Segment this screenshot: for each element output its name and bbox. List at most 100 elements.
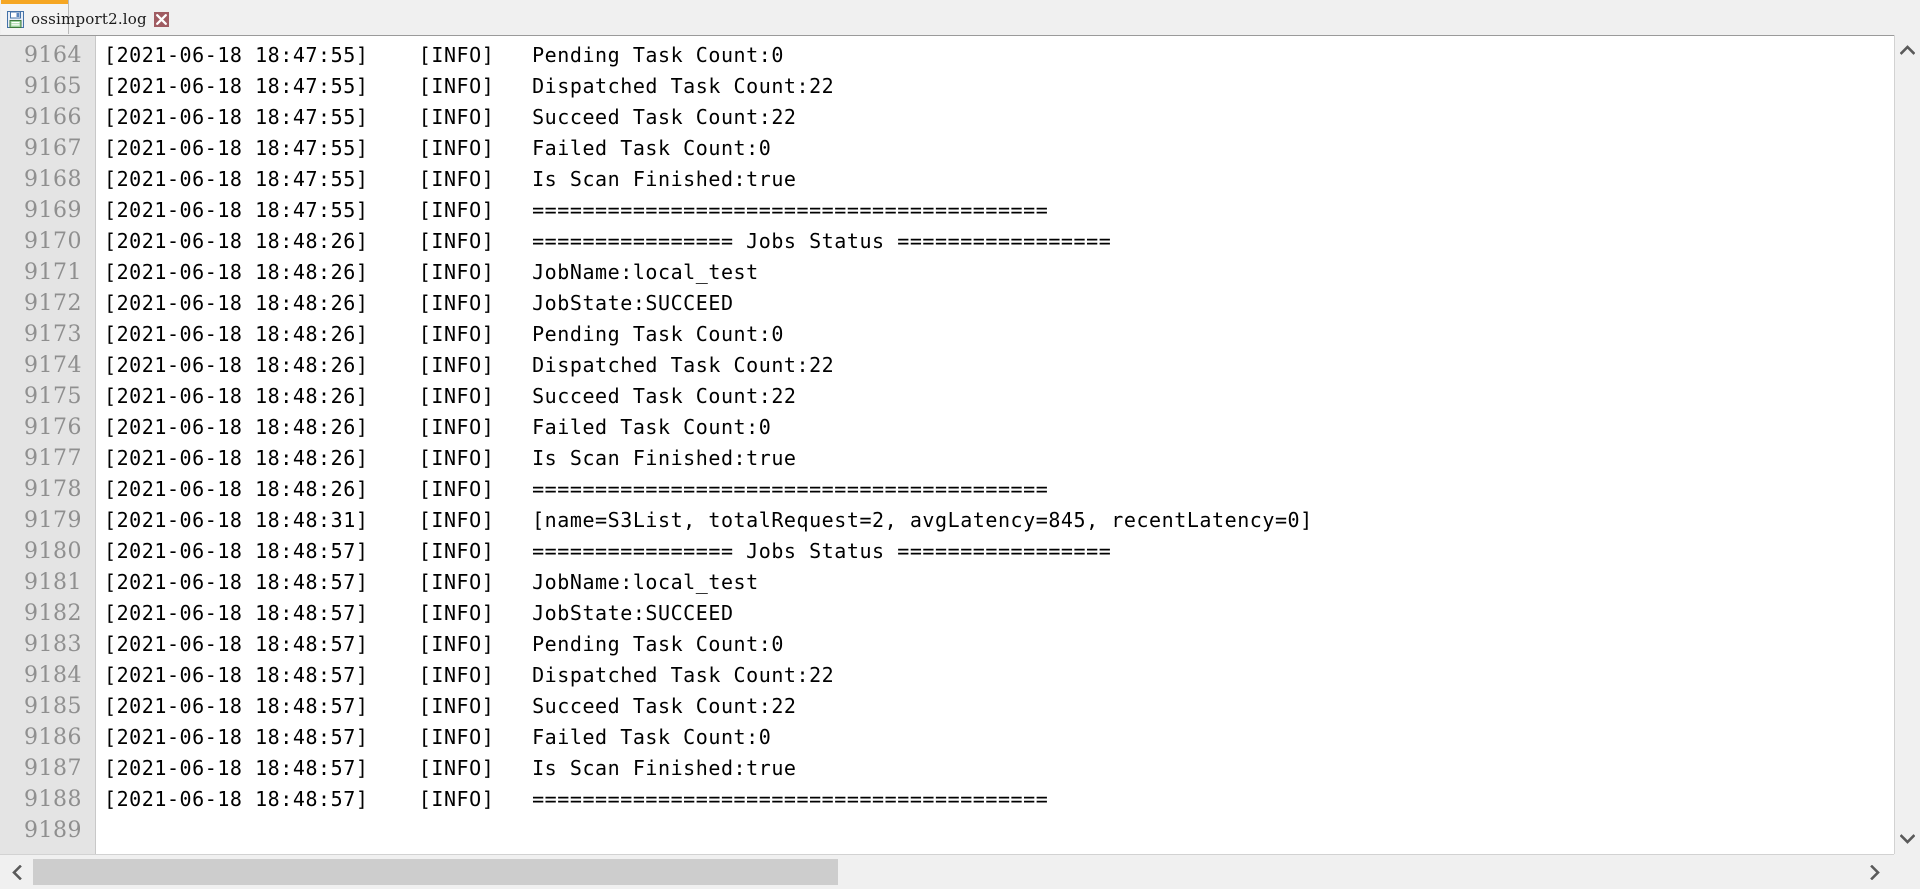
line-number: 9166 (24, 105, 82, 130)
scroll-up-button[interactable] (1895, 37, 1920, 63)
line-number: 9167 (24, 136, 82, 161)
line-number: 9164 (24, 43, 82, 68)
log-line-row[interactable]: 9172 [2021-06-18 18:48:26] [INFO] JobStat… (0, 288, 1920, 319)
scroll-left-button[interactable] (2, 855, 32, 889)
line-number: 9177 (24, 446, 82, 471)
log-line-text: [2021-06-18 18:48:57] [INFO] Pending Tas… (104, 632, 784, 656)
log-line-row[interactable]: 9189 (0, 815, 1920, 846)
log-line-row[interactable]: 9169 [2021-06-18 18:47:55] [INFO] =======… (0, 195, 1920, 226)
line-number: 9180 (24, 539, 82, 564)
horizontal-scrollbar-thumb[interactable] (33, 859, 838, 885)
log-line-text: [2021-06-18 18:48:31] [INFO] [name=S3Lis… (104, 508, 1313, 532)
log-line-row[interactable]: 9183 [2021-06-18 18:48:57] [INFO] Pending… (0, 629, 1920, 660)
log-editor[interactable]: 9164 [2021-06-18 18:47:55] [INFO] Pending… (0, 35, 1920, 854)
log-line-text: [2021-06-18 18:48:26] [INFO] Failed Task… (104, 415, 772, 439)
log-line-text: [2021-06-18 18:47:55] [INFO] Pending Tas… (104, 43, 784, 67)
line-number: 9169 (24, 198, 82, 223)
log-line-row[interactable]: 9174 [2021-06-18 18:48:26] [INFO] Dispatc… (0, 350, 1920, 381)
line-number: 9189 (24, 818, 82, 843)
log-line-text: [2021-06-18 18:47:55] [INFO] Succeed Tas… (104, 105, 797, 129)
scroll-down-button[interactable] (1895, 826, 1920, 852)
line-number: 9174 (24, 353, 82, 378)
log-line-text: [2021-06-18 18:48:26] [INFO] ===========… (104, 229, 1112, 253)
log-line-row[interactable]: 9179 [2021-06-18 18:48:31] [INFO] [name=S… (0, 505, 1920, 536)
log-line-text: [2021-06-18 18:48:57] [INFO] JobState:SU… (104, 601, 734, 625)
log-line-text: [2021-06-18 18:48:57] [INFO] JobName:loc… (104, 570, 759, 594)
log-line-text: [2021-06-18 18:48:26] [INFO] JobName:loc… (104, 260, 759, 284)
scrollbar-corner (1894, 854, 1920, 889)
line-number: 9186 (24, 725, 82, 750)
log-line-list: 9164 [2021-06-18 18:47:55] [INFO] Pending… (0, 40, 1920, 846)
tab-ossimport2-log[interactable]: ossimport2.log (1, 0, 169, 34)
line-number: 9172 (24, 291, 82, 316)
tab-bar: ossimport2.log (0, 0, 1920, 35)
log-line-row[interactable]: 9177 [2021-06-18 18:48:26] [INFO] Is Scan… (0, 443, 1920, 474)
code-scroll-viewport[interactable]: 9164 [2021-06-18 18:47:55] [INFO] Pending… (0, 36, 1920, 854)
chevron-left-icon (12, 864, 22, 880)
log-line-row[interactable]: 9185 [2021-06-18 18:48:57] [INFO] Succeed… (0, 691, 1920, 722)
floppy-disk-icon (7, 10, 24, 28)
log-line-text: [2021-06-18 18:48:57] [INFO] Is Scan Fin… (104, 756, 797, 780)
log-line-text: [2021-06-18 18:48:26] [INFO] ===========… (104, 477, 1049, 501)
tab-label: ossimport2.log (31, 10, 147, 28)
horizontal-scrollbar[interactable] (0, 854, 1920, 889)
line-number: 9165 (24, 74, 82, 99)
log-line-text: [2021-06-18 18:48:26] [INFO] Is Scan Fin… (104, 446, 797, 470)
log-line-row[interactable]: 9164 [2021-06-18 18:47:55] [INFO] Pending… (0, 40, 1920, 71)
log-line-text: [2021-06-18 18:47:55] [INFO] Failed Task… (104, 136, 772, 160)
log-line-text: [2021-06-18 18:48:57] [INFO] ===========… (104, 787, 1049, 811)
log-line-row[interactable]: 9180 [2021-06-18 18:48:57] [INFO] =======… (0, 536, 1920, 567)
chevron-up-icon (1900, 45, 1915, 55)
log-line-text: [2021-06-18 18:48:26] [INFO] Succeed Tas… (104, 384, 797, 408)
line-number: 9181 (24, 570, 82, 595)
line-number: 9188 (24, 787, 82, 812)
log-line-row[interactable]: 9182 [2021-06-18 18:48:57] [INFO] JobStat… (0, 598, 1920, 629)
log-line-text: [2021-06-18 18:48:26] [INFO] Pending Tas… (104, 322, 784, 346)
close-icon[interactable] (153, 11, 169, 27)
log-line-row[interactable]: 9168 [2021-06-18 18:47:55] [INFO] Is Scan… (0, 164, 1920, 195)
line-number: 9183 (24, 632, 82, 657)
log-line-text: [2021-06-18 18:48:57] [INFO] Failed Task… (104, 725, 772, 749)
line-number: 9170 (24, 229, 82, 254)
scroll-right-button[interactable] (1860, 855, 1890, 889)
log-viewer-window: ossimport2.log 9164 [2021-06-18 18:47:55]… (0, 0, 1920, 889)
log-line-row[interactable]: 9165 [2021-06-18 18:47:55] [INFO] Dispatc… (0, 71, 1920, 102)
log-line-row[interactable]: 9184 [2021-06-18 18:48:57] [INFO] Dispatc… (0, 660, 1920, 691)
log-line-row[interactable]: 9188 [2021-06-18 18:48:57] [INFO] =======… (0, 784, 1920, 815)
log-line-row[interactable]: 9181 [2021-06-18 18:48:57] [INFO] JobName… (0, 567, 1920, 598)
line-number: 9176 (24, 415, 82, 440)
line-number: 9182 (24, 601, 82, 626)
log-line-row[interactable]: 9173 [2021-06-18 18:48:26] [INFO] Pending… (0, 319, 1920, 350)
line-number: 9185 (24, 694, 82, 719)
log-line-row[interactable]: 9171 [2021-06-18 18:48:26] [INFO] JobName… (0, 257, 1920, 288)
log-line-text: [2021-06-18 18:48:57] [INFO] Dispatched … (104, 663, 835, 687)
vertical-scrollbar[interactable] (1894, 35, 1920, 854)
line-number: 9184 (24, 663, 82, 688)
log-line-text (96, 815, 104, 846)
log-line-row[interactable]: 9176 [2021-06-18 18:48:26] [INFO] Failed … (0, 412, 1920, 443)
log-line-text: [2021-06-18 18:47:55] [INFO] Is Scan Fin… (104, 167, 797, 191)
line-number: 9187 (24, 756, 82, 781)
log-line-text: [2021-06-18 18:47:55] [INFO] ===========… (104, 198, 1049, 222)
log-line-row[interactable]: 9170 [2021-06-18 18:48:26] [INFO] =======… (0, 226, 1920, 257)
log-line-text: [2021-06-18 18:48:57] [INFO] ===========… (104, 539, 1112, 563)
log-line-row[interactable]: 9187 [2021-06-18 18:48:57] [INFO] Is Scan… (0, 753, 1920, 784)
log-line-text: [2021-06-18 18:48:57] [INFO] Succeed Tas… (104, 694, 797, 718)
chevron-down-icon (1900, 834, 1915, 844)
line-number: 9171 (24, 260, 82, 285)
tab-active-accent-bar (1, 0, 68, 4)
log-line-text: [2021-06-18 18:48:26] [INFO] JobState:SU… (104, 291, 734, 315)
log-line-row[interactable]: 9178 [2021-06-18 18:48:26] [INFO] =======… (0, 474, 1920, 505)
chevron-right-icon (1870, 864, 1880, 880)
log-line-row[interactable]: 9175 [2021-06-18 18:48:26] [INFO] Succeed… (0, 381, 1920, 412)
line-number: 9173 (24, 322, 82, 347)
line-number: 9168 (24, 167, 82, 192)
log-line-row[interactable]: 9186 [2021-06-18 18:48:57] [INFO] Failed … (0, 722, 1920, 753)
log-line-row[interactable]: 9166 [2021-06-18 18:47:55] [INFO] Succeed… (0, 102, 1920, 133)
log-line-text: [2021-06-18 18:48:26] [INFO] Dispatched … (104, 353, 835, 377)
line-number: 9175 (24, 384, 82, 409)
log-line-text: [2021-06-18 18:47:55] [INFO] Dispatched … (104, 74, 835, 98)
line-number: 9179 (24, 508, 82, 533)
line-number: 9178 (24, 477, 82, 502)
log-line-row[interactable]: 9167 [2021-06-18 18:47:55] [INFO] Failed … (0, 133, 1920, 164)
